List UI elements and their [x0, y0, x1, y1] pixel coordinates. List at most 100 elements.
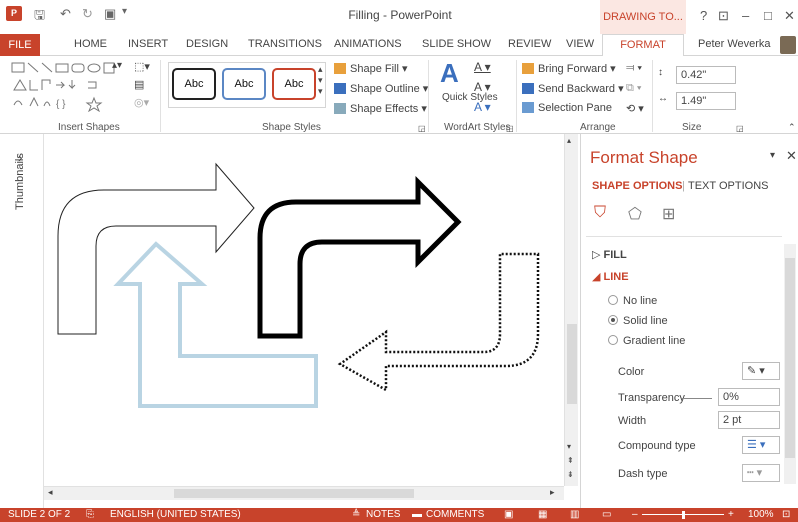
- bring-forward-button[interactable]: Bring Forward ▾: [522, 62, 616, 75]
- rotate-icon[interactable]: ⟲ ▾: [626, 102, 644, 115]
- next-slide-icon[interactable]: ⇟: [567, 470, 574, 479]
- horizontal-scrollbar[interactable]: ◂ ▸: [44, 486, 564, 500]
- dialog-launcher-icon[interactable]: ◲: [506, 124, 514, 133]
- tab-text-options[interactable]: TEXT OPTIONS: [688, 180, 768, 192]
- pane-scrollbar[interactable]: [784, 244, 796, 484]
- tab-slide-show[interactable]: SLIDE SHOW: [422, 38, 491, 50]
- style-sample-blue[interactable]: Abc: [222, 68, 266, 100]
- selection-pane-button[interactable]: Selection Pane: [522, 102, 612, 114]
- text-effects-icon[interactable]: A ▾: [474, 100, 491, 114]
- paint-bucket-icon: [334, 63, 346, 74]
- shape-styles-label: Shape Styles: [262, 122, 321, 133]
- previous-slide-icon[interactable]: ⇞: [567, 456, 574, 465]
- dialog-launcher-icon[interactable]: ◲: [736, 124, 744, 133]
- notes-icon: ≜: [352, 509, 361, 520]
- gradient-line-option[interactable]: Gradient line: [608, 335, 685, 347]
- scroll-left-icon[interactable]: ◂: [48, 487, 53, 498]
- close-pane-icon[interactable]: ✕: [786, 148, 797, 164]
- maximize-button[interactable]: □: [764, 8, 772, 23]
- text-box-icon[interactable]: ▤: [134, 78, 144, 91]
- notes-button[interactable]: NOTES: [366, 509, 400, 520]
- tab-shape-options[interactable]: SHAPE OPTIONS: [592, 180, 682, 192]
- pane-options-icon[interactable]: ▾: [770, 150, 775, 161]
- customize-qat-icon[interactable]: ▾: [122, 6, 127, 17]
- shape-outline-button[interactable]: Shape Outline ▾: [334, 82, 428, 95]
- transparency-input[interactable]: 0%: [718, 388, 780, 406]
- redo-icon[interactable]: ↻: [82, 6, 93, 22]
- tab-review[interactable]: REVIEW: [508, 38, 551, 50]
- scroll-down-icon[interactable]: ▾: [567, 442, 571, 451]
- reading-view-icon[interactable]: ▥: [570, 509, 579, 520]
- style-sample-black[interactable]: Abc: [172, 68, 216, 100]
- spell-check-icon[interactable]: ⎘: [86, 509, 94, 520]
- send-backward-button[interactable]: Send Backward ▾: [522, 82, 624, 95]
- line-width-input[interactable]: 2 pt: [718, 411, 780, 429]
- fill-section-header[interactable]: ▷ FILL: [592, 248, 627, 261]
- slide-sorter-icon[interactable]: ▦: [538, 509, 547, 520]
- slideshow-view-icon[interactable]: ▭: [602, 509, 611, 520]
- transparency-slider[interactable]: [682, 398, 712, 399]
- divider: [160, 60, 161, 132]
- language-indicator[interactable]: ENGLISH (UNITED STATES): [110, 509, 241, 520]
- text-fill-icon[interactable]: A ▾: [474, 60, 491, 74]
- pencil-icon: [334, 83, 346, 94]
- avatar[interactable]: [780, 36, 796, 54]
- ribbon-display-button[interactable]: ⊡: [718, 8, 729, 24]
- shape-height-input[interactable]: 0.42": [676, 66, 736, 84]
- size-properties-icon[interactable]: ⊞: [662, 204, 675, 224]
- no-line-option[interactable]: No line: [608, 295, 657, 307]
- help-button[interactable]: ?: [700, 8, 707, 23]
- quick-styles-icon[interactable]: A: [440, 58, 459, 89]
- dash-type-dropdown[interactable]: ┅ ▾: [742, 464, 780, 482]
- slideshow-icon[interactable]: ▣: [104, 6, 116, 22]
- vertical-scrollbar[interactable]: ▴ ▾ ⇞ ⇟: [564, 134, 578, 486]
- shape-width-input[interactable]: 1.49": [676, 92, 736, 110]
- tab-file[interactable]: FILE: [0, 34, 40, 56]
- undo-icon[interactable]: ↶: [60, 6, 71, 22]
- text-outline-icon[interactable]: A ▾: [474, 80, 491, 94]
- fill-line-icon[interactable]: ⛉: [594, 204, 606, 222]
- shape-fill-button[interactable]: Shape Fill ▾: [334, 62, 408, 75]
- tab-home[interactable]: HOME: [74, 38, 107, 50]
- pane-scroll-thumb[interactable]: [785, 258, 795, 458]
- tab-view[interactable]: VIEW: [566, 38, 594, 50]
- drawing-tools-label: DRAWING TO...: [600, 0, 686, 34]
- zoom-slider-thumb[interactable]: [682, 511, 685, 519]
- comments-button[interactable]: COMMENTS: [426, 509, 484, 520]
- tab-format[interactable]: FORMAT: [602, 34, 684, 57]
- scroll-up-icon[interactable]: ▴: [567, 136, 571, 145]
- horizontal-scroll-thumb[interactable]: [174, 489, 414, 498]
- merge-shapes-icon[interactable]: ◎▾: [134, 96, 149, 109]
- close-button[interactable]: ✕: [784, 8, 795, 24]
- group-icon[interactable]: ⧉ ▾: [626, 82, 642, 95]
- gallery-scroll-icon[interactable]: ▴ ▾ ▾: [318, 64, 323, 97]
- zoom-level[interactable]: 100%: [748, 509, 774, 520]
- compound-type-dropdown[interactable]: ☰ ▾: [742, 436, 780, 454]
- solid-line-option[interactable]: Solid line: [608, 315, 668, 327]
- line-section-header[interactable]: ◢ LINE: [592, 270, 629, 283]
- shapes-gallery[interactable]: { }: [10, 60, 150, 112]
- align-icon[interactable]: ⫤ ▾: [626, 62, 642, 75]
- shape-effects-button[interactable]: Shape Effects ▾: [334, 102, 427, 115]
- vertical-scroll-thumb[interactable]: [567, 324, 577, 404]
- tab-insert[interactable]: INSERT: [128, 38, 168, 50]
- shapes-scroll-icon[interactable]: ▴▾: [112, 60, 122, 71]
- minimize-button[interactable]: –: [742, 8, 749, 23]
- tab-design[interactable]: DESIGN: [186, 38, 228, 50]
- edit-shape-icon[interactable]: ⬚▾: [134, 60, 150, 73]
- zoom-in-icon[interactable]: +: [728, 509, 734, 520]
- dialog-launcher-icon[interactable]: ◲: [418, 124, 426, 133]
- tab-animations[interactable]: ANIMATIONS: [334, 38, 402, 50]
- fit-slide-icon[interactable]: ⊡: [782, 509, 790, 520]
- normal-view-icon[interactable]: ▣: [504, 509, 513, 520]
- tab-transitions[interactable]: TRANSITIONS: [248, 38, 322, 50]
- zoom-out-icon[interactable]: –: [632, 509, 638, 520]
- save-icon[interactable]: 🖫: [34, 6, 45, 28]
- compound-type-label: Compound type: [618, 440, 696, 452]
- scroll-right-icon[interactable]: ▸: [550, 487, 555, 498]
- color-picker-button[interactable]: ✎ ▾: [742, 362, 780, 380]
- effects-pentagon-icon[interactable]: ⬠: [628, 204, 642, 224]
- style-sample-red[interactable]: Abc: [272, 68, 316, 100]
- user-name[interactable]: Peter Weverka: [698, 38, 771, 50]
- collapse-ribbon-icon[interactable]: ⌃: [788, 122, 796, 133]
